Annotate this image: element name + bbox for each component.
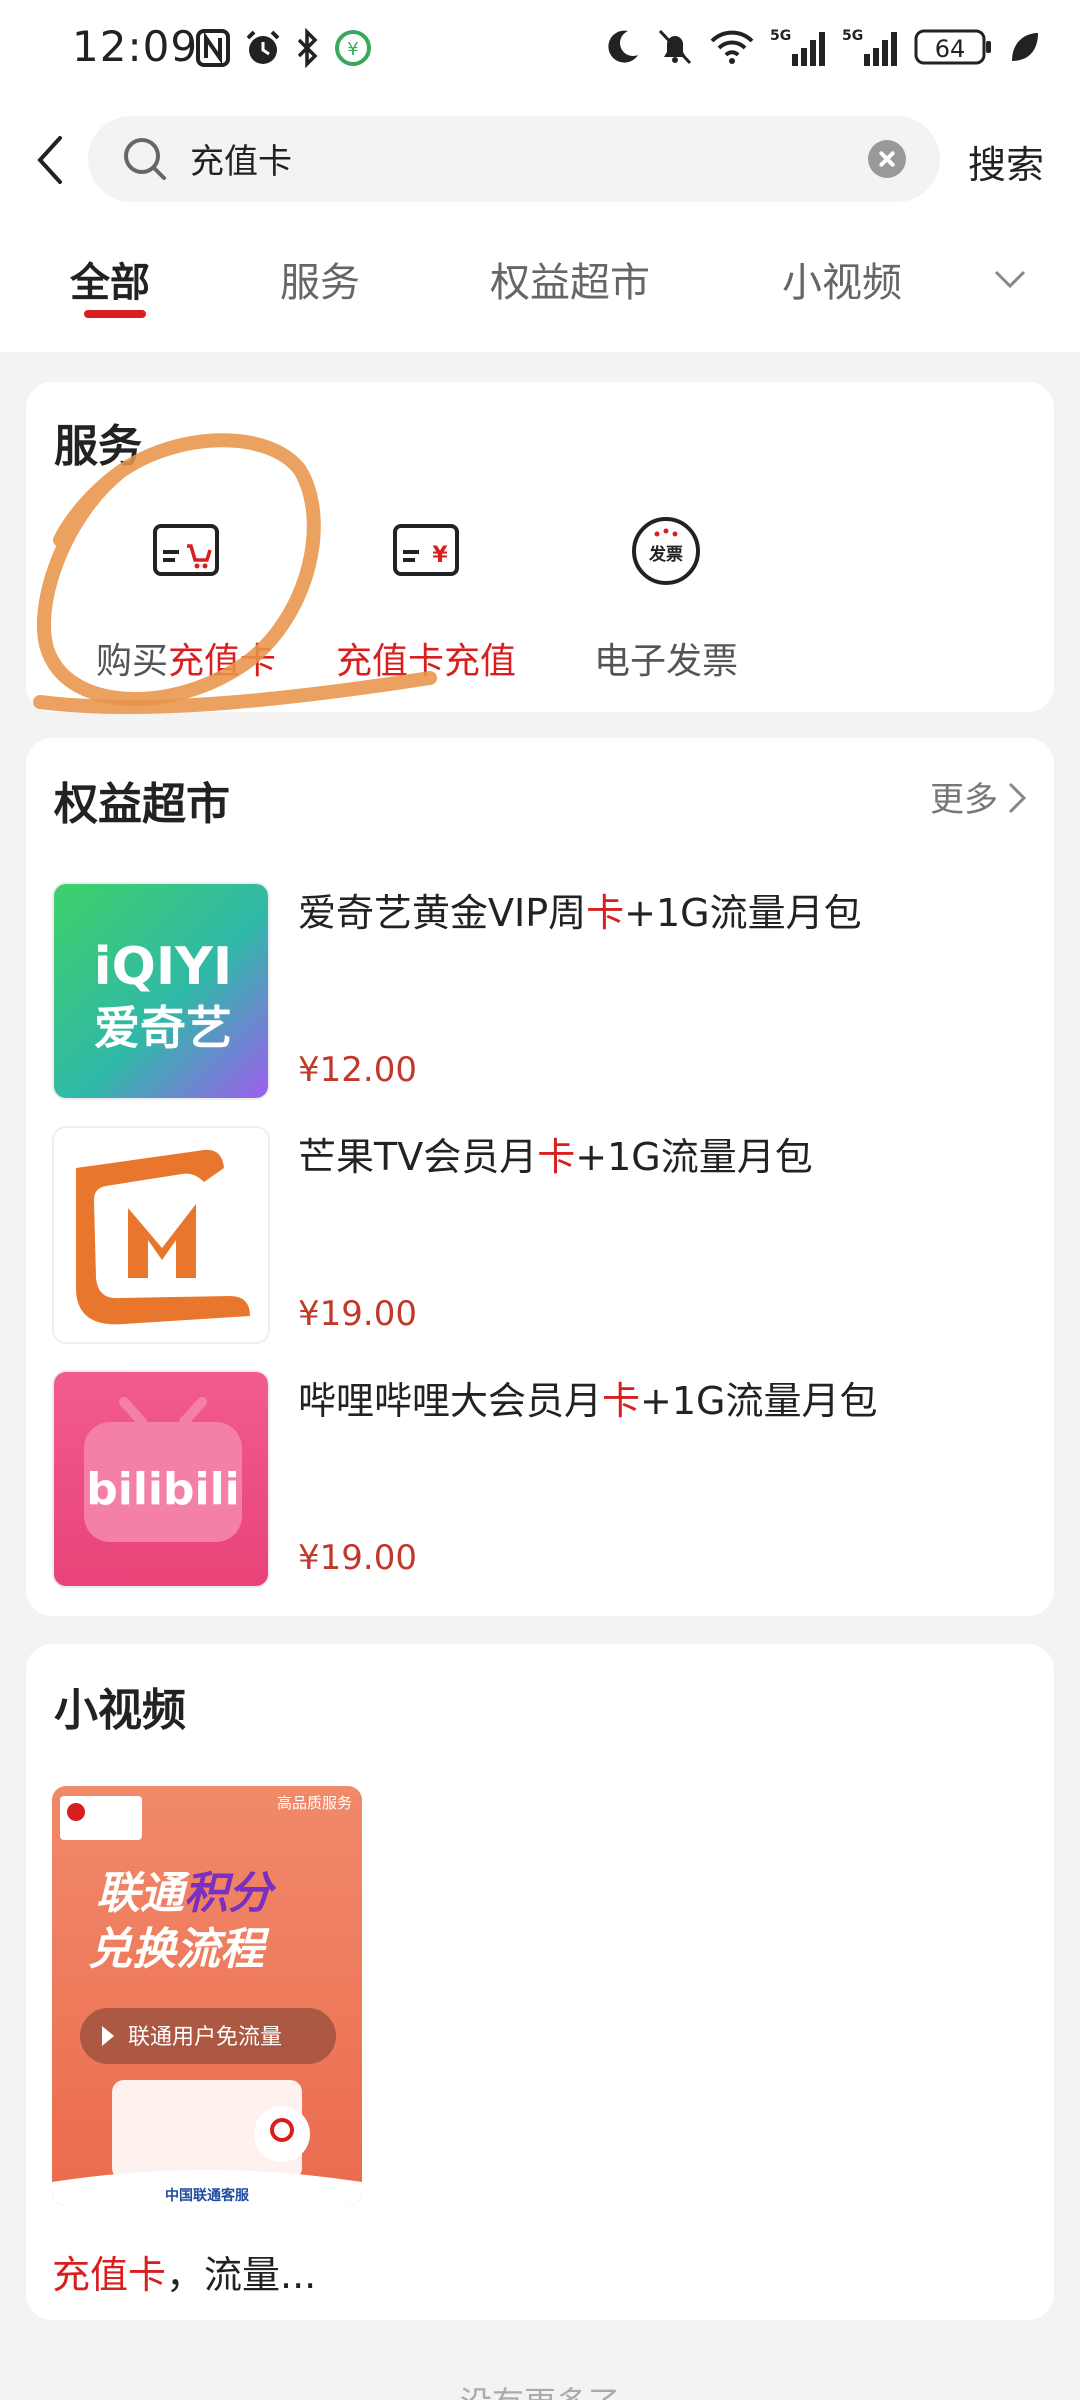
search-icon — [124, 138, 166, 180]
product-item[interactable]: iQIYI 爱奇艺 爱奇艺黄金VIP周卡+1G流量月包 ¥12.00 — [52, 882, 1032, 1100]
svg-text:兑换流程: 兑换流程 — [88, 1924, 270, 1975]
chevron-right-icon[interactable] — [1002, 780, 1032, 816]
recharge-card-topup-label: 充值卡充值 — [335, 641, 517, 682]
invoice-icon: 发票 — [632, 517, 700, 585]
mango-tv-logo — [52, 1126, 270, 1344]
video-badge: 高品质服务 — [277, 1794, 352, 1812]
market-card: 权益超市 更多 iQIYI 爱奇艺 爱奇艺黄金VIP周卡+1G流量月包 ¥12.… — [26, 738, 1054, 1616]
alarm-icon — [246, 30, 280, 64]
tab-services[interactable]: 服务 — [280, 250, 360, 308]
product-price: ¥19.00 — [298, 1294, 417, 1334]
product-title: 芒果TV会员月卡+1G流量月包 — [298, 1135, 813, 1179]
product-title: 爱奇艺黄金VIP周卡+1G流量月包 — [298, 891, 862, 935]
status-left-icons: ¥ — [195, 28, 373, 68]
svg-text:5G: 5G — [770, 28, 791, 44]
iqiyi-logo-text: iQIYI — [94, 937, 232, 997]
svg-text:¥: ¥ — [347, 39, 358, 60]
search-query[interactable]: 充值卡 — [190, 134, 292, 183]
status-right-icons: 5G 5G 64 — [604, 26, 1040, 68]
video-thumbnail[interactable]: 高品质服务 联通积分 兑换流程 联通用户免流量 中国联通客服 — [52, 1786, 362, 2206]
product-title: 哔哩哔哩大会员月卡+1G流量月包 — [298, 1379, 878, 1423]
product-price: ¥12.00 — [298, 1050, 417, 1090]
clear-icon[interactable] — [868, 140, 906, 178]
svg-text:¥: ¥ — [432, 543, 448, 568]
video-footer-text: 中国联通客服 — [165, 2187, 250, 2204]
status-time: 12:09 — [72, 22, 199, 71]
product-price: ¥19.00 — [298, 1538, 417, 1578]
invoice-icon-text: 发票 — [648, 544, 683, 565]
tab-all[interactable]: 全部 — [70, 250, 150, 308]
signal-5g-icon: 5G — [842, 28, 897, 66]
recharge-card-topup-button[interactable]: ¥ 充值卡充值 — [316, 512, 536, 692]
svg-text:联通积分: 联通积分 — [96, 1868, 277, 1919]
buy-recharge-card-button[interactable]: 购买充值卡 — [76, 512, 296, 692]
bluetooth-icon — [297, 28, 318, 68]
video-pill-text: 联通用户免流量 — [128, 2025, 282, 2050]
battery-level: 64 — [935, 35, 966, 63]
iqiyi-logo-cn: 爱奇艺 — [94, 1001, 232, 1055]
bell-off-icon — [658, 29, 692, 65]
buy-recharge-card-label: 购买充值卡 — [95, 641, 277, 682]
card-cart-icon — [153, 524, 219, 576]
end-of-list-text: 没有更多了 — [0, 2378, 1080, 2400]
card-yen-icon: ¥ — [393, 524, 459, 576]
wallet-icon: ¥ — [335, 30, 371, 66]
search-input[interactable]: 充值卡 — [88, 116, 940, 202]
tab-videos[interactable]: 小视频 — [782, 250, 902, 308]
bilibili-logo: bilibili — [52, 1370, 270, 1588]
product-item[interactable]: bilibili 哔哩哔哩大会员月卡+1G流量月包 ¥19.00 — [52, 1370, 1032, 1588]
wifi-icon — [710, 30, 754, 64]
search-button[interactable]: 搜索 — [968, 134, 1044, 189]
videos-card: 小视频 高品质服务 联通积分 兑换流程 联通用户免流量 中国联通客服 充值卡，流… — [26, 1644, 1054, 2320]
chevron-down-icon[interactable] — [990, 258, 1030, 298]
moon-icon — [608, 30, 638, 63]
back-arrow-icon[interactable] — [30, 130, 70, 190]
nfc-icon — [196, 29, 230, 67]
svg-text:5G: 5G — [842, 28, 863, 44]
services-title: 服务 — [54, 421, 142, 472]
product-item[interactable]: 芒果TV会员月卡+1G流量月包 ¥19.00 — [52, 1126, 1032, 1344]
tab-active-indicator — [84, 310, 146, 318]
e-invoice-label: 电子发票 — [593, 641, 738, 682]
status-bar: 12:09 ¥ 5G 5G 64 — [0, 0, 1080, 100]
market-title: 权益超市 — [54, 779, 230, 830]
search-header: 充值卡 搜索 — [0, 100, 1080, 220]
battery-icon: 64 — [914, 29, 991, 65]
iqiyi-logo: iQIYI 爱奇艺 — [52, 882, 270, 1100]
bilibili-logo-text: bilibili — [86, 1464, 239, 1515]
e-invoice-button[interactable]: 发票 电子发票 — [556, 512, 776, 692]
category-tabs: 全部 服务 权益超市 小视频 — [0, 220, 1080, 352]
videos-title: 小视频 — [54, 1685, 186, 1736]
signal-5g-icon: 5G — [770, 28, 825, 66]
services-card: 服务 购买充值卡 ¥ 充值卡充值 发票 电子发票 — [26, 382, 1054, 712]
market-more-link[interactable]: 更多 — [930, 772, 998, 821]
leaf-icon — [1012, 33, 1038, 61]
tab-market[interactable]: 权益超市 — [490, 250, 650, 308]
video-caption[interactable]: 充值卡，流量... — [52, 2244, 316, 2299]
